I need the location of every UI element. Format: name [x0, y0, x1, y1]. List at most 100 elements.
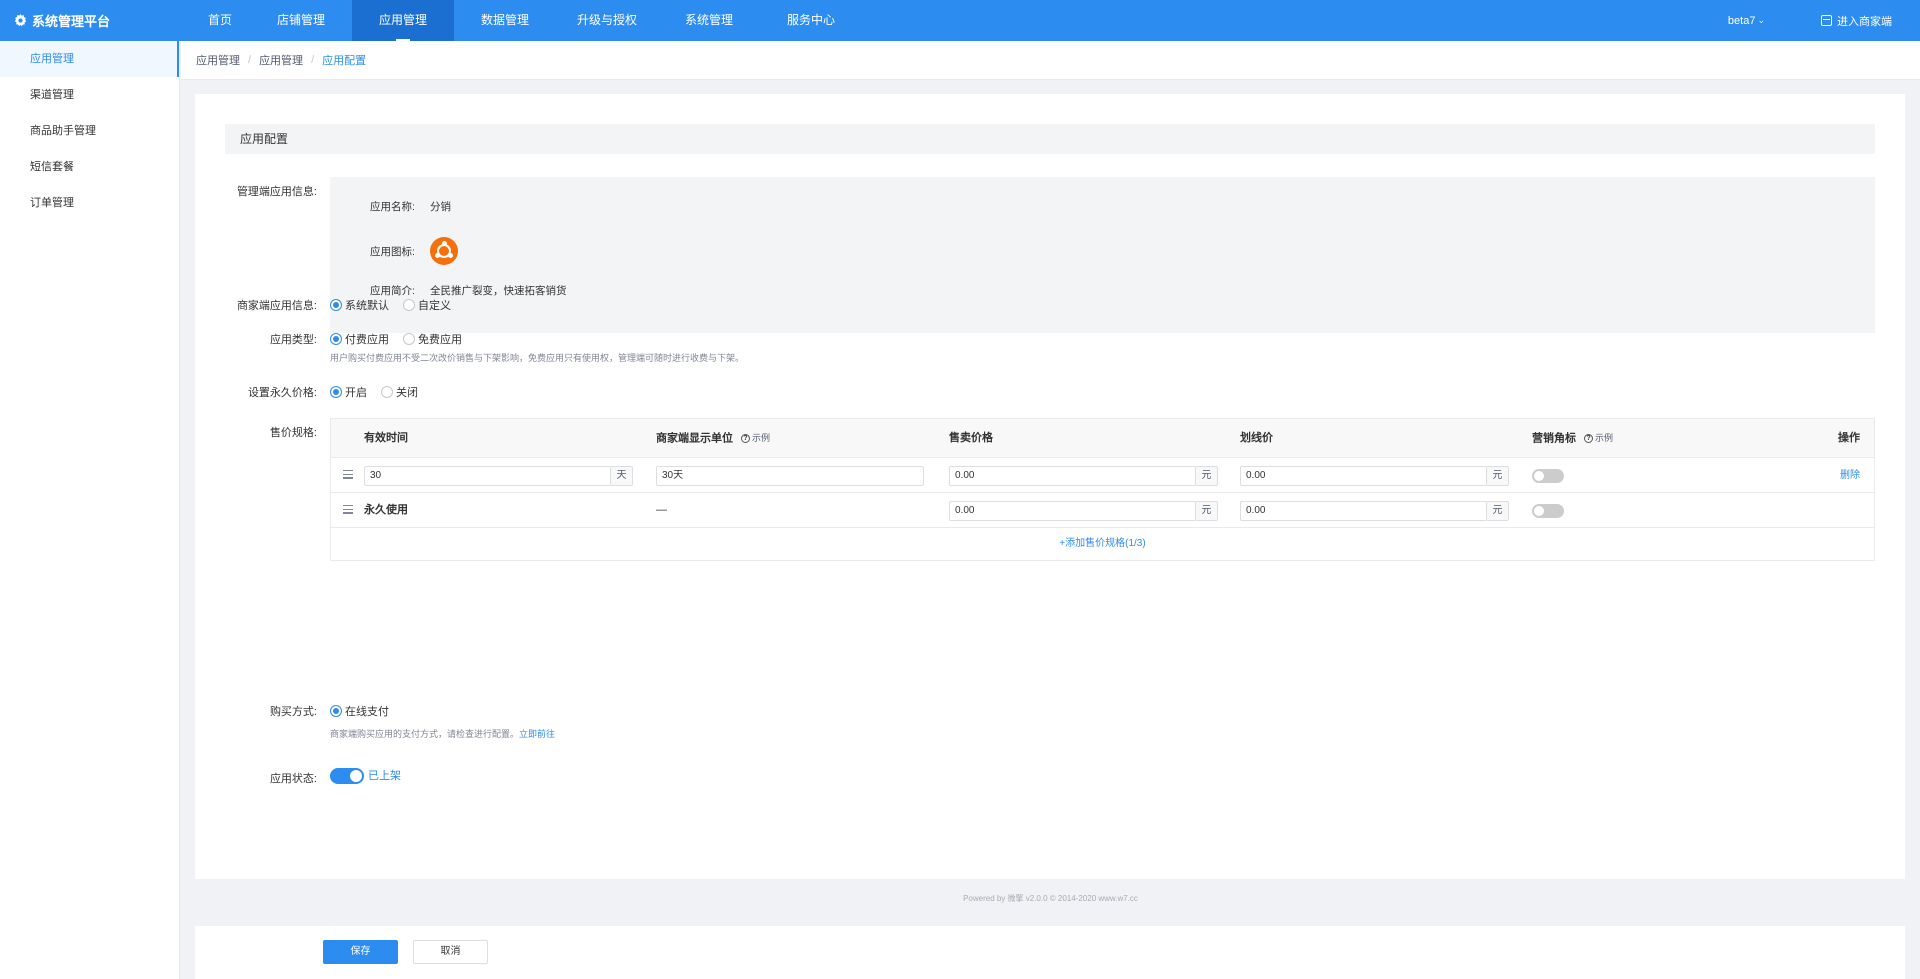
breadcrumb-current: 应用配置 — [322, 55, 367, 67]
breadcrumb-separator: / — [248, 54, 252, 66]
radio-online-pay[interactable]: 在线支付 — [330, 703, 389, 719]
badge-toggle[interactable] — [1532, 504, 1564, 518]
breadcrumb: 应用管理 / 应用管理 / 应用配置 — [181, 41, 1920, 80]
cancel-button[interactable]: 取消 — [413, 940, 488, 964]
app-type-hint: 用户购买付费应用不受二次改价销售与下架影响，免费应用只有使用权，管理端可随时进行… — [330, 353, 745, 363]
app-desc-value: 全民推广裂变，快速拓客销货 — [430, 285, 567, 297]
radio-perm-off[interactable]: 关闭 — [381, 384, 418, 400]
orig-price-input[interactable]: 0.00 — [1240, 466, 1487, 486]
header-right: beta7 ⌄ 进入商家端 — [1728, 0, 1920, 41]
table-row: 30 天 30天 0.00 元 0.00 元 删除 — [331, 458, 1874, 493]
duration-unit-addon: 天 — [611, 466, 633, 486]
drag-handle-icon[interactable] — [343, 470, 353, 481]
enter-merchant-label: 进入商家端 — [1837, 15, 1892, 28]
app-title: 系统管理平台 — [32, 14, 111, 29]
purchase-radio-group: 在线支付 — [330, 703, 403, 719]
user-name: beta7 — [1727, 14, 1756, 27]
distribution-app-icon — [430, 237, 458, 265]
enter-merchant-button[interactable]: 进入商家端 — [1821, 13, 1892, 29]
nav-upgrade[interactable]: 升级与授权 — [556, 0, 658, 41]
price-unit-addon: 元 — [1196, 466, 1218, 486]
nav-apps[interactable]: 应用管理 — [352, 0, 454, 41]
radio-free-app[interactable]: 免费应用 — [403, 331, 462, 347]
duration-input[interactable]: 30 — [364, 466, 611, 486]
app-icon-row: 应用图标: — [370, 237, 458, 265]
breadcrumb-item[interactable]: 应用管理 — [259, 52, 303, 68]
main-nav: 首页 店铺管理 应用管理 数据管理 升级与授权 系统管理 服务中心 — [190, 0, 862, 41]
merchant-info-label: 商家端应用信息: — [236, 300, 317, 312]
display-unit-input[interactable]: 30天 — [656, 466, 924, 486]
badge-toggle[interactable] — [1532, 469, 1564, 483]
add-pricing-button[interactable]: +添加售价规格(1/3) — [331, 528, 1874, 560]
th-display-unit: 商家端显示单位? 示例 — [656, 432, 771, 445]
app-desc-row: 应用简介: 全民推广裂变，快速拓客销货 — [370, 283, 567, 298]
radio-perm-on[interactable]: 开启 — [330, 384, 367, 400]
merchant-info-radio-group: 系统默认 自定义 — [330, 297, 465, 313]
th-action: 操作 — [1838, 432, 1860, 444]
sidebar-item-sms[interactable]: 短信套餐 — [0, 149, 179, 185]
table-header: 有效时间 商家端显示单位? 示例 售卖价格 划线价 营销角标? 示例 操作 — [331, 419, 1874, 458]
sidebar: 应用管理 渠道管理 商品助手管理 短信套餐 订单管理 — [0, 41, 180, 979]
go-config-link[interactable]: 立即前往 — [519, 729, 555, 739]
nav-data[interactable]: 数据管理 — [454, 0, 556, 41]
th-duration: 有效时间 — [364, 432, 408, 444]
nav-service[interactable]: 服务中心 — [760, 0, 862, 41]
sidebar-item-app-management[interactable]: 应用管理 — [0, 41, 179, 77]
app-name-value: 分销 — [430, 201, 451, 213]
radio-custom[interactable]: 自定义 — [403, 297, 451, 313]
radio-paid-app[interactable]: 付费应用 — [330, 331, 389, 347]
sidebar-item-orders[interactable]: 订单管理 — [0, 185, 179, 221]
drag-handle-icon[interactable] — [343, 505, 353, 516]
th-price: 售卖价格 — [949, 432, 993, 444]
duration-text: 永久使用 — [364, 504, 408, 516]
display-unit-text: — — [656, 504, 667, 516]
top-navbar: 系统管理平台 首页 店铺管理 应用管理 数据管理 升级与授权 系统管理 服务中心… — [0, 0, 1920, 41]
footer: Powered by 微擎 v2.0.0 © 2014-2020 www.w7.… — [963, 894, 1138, 903]
orig-price-unit-addon: 元 — [1487, 501, 1509, 521]
purchase-label: 购买方式: — [269, 706, 317, 718]
th-orig-price: 划线价 — [1240, 432, 1273, 444]
nav-store[interactable]: 店铺管理 — [250, 0, 352, 41]
perm-price-label: 设置永久价格: — [247, 387, 317, 399]
chevron-down-icon: ⌄ — [1757, 15, 1765, 25]
example-link[interactable]: 示例 — [1595, 433, 1613, 443]
gear-icon — [14, 14, 27, 27]
price-input[interactable]: 0.00 — [949, 501, 1196, 521]
status-label: 应用状态: — [269, 773, 317, 785]
perm-price-radio-group: 开启 关闭 — [330, 384, 432, 400]
price-unit-addon: 元 — [1196, 501, 1218, 521]
breadcrumb-item[interactable]: 应用管理 — [196, 52, 240, 68]
bottom-action-bar: 保存 取消 — [195, 926, 1905, 979]
sidebar-item-product-assistant[interactable]: 商品助手管理 — [0, 113, 179, 149]
question-icon: ? — [1584, 434, 1593, 443]
purchase-hint: 商家端购买应用的支付方式，请检查进行配置。立即前往 — [330, 729, 556, 739]
pricing-label: 售价规格: — [269, 427, 317, 439]
th-badge: 营销角标? 示例 — [1532, 432, 1614, 445]
orig-price-input[interactable]: 0.00 — [1240, 501, 1487, 521]
admin-info-label: 管理端应用信息: — [236, 186, 317, 198]
question-icon: ? — [741, 434, 750, 443]
radio-system-default[interactable]: 系统默认 — [330, 297, 389, 313]
section-title: 应用配置 — [225, 124, 1875, 154]
orig-price-unit-addon: 元 — [1487, 466, 1509, 486]
price-input[interactable]: 0.00 — [949, 466, 1196, 486]
save-button[interactable]: 保存 — [323, 940, 398, 964]
app-type-radio-group: 付费应用 免费应用 — [330, 331, 476, 347]
admin-info-box: 应用名称: 分销 应用图标: 应用简介: 全民推广裂变，快速拓客销货 — [330, 177, 1875, 333]
user-menu[interactable]: beta7 ⌄ — [1728, 15, 1765, 27]
app-name-key: 应用名称: — [370, 201, 415, 213]
app-icon-key: 应用图标: — [370, 245, 415, 258]
example-link[interactable]: 示例 — [752, 433, 770, 443]
app-name-row: 应用名称: 分销 — [370, 199, 451, 214]
nav-system[interactable]: 系统管理 — [658, 0, 760, 41]
table-row: 永久使用 — 0.00 元 0.00 元 — [331, 493, 1874, 528]
sidebar-item-channel[interactable]: 渠道管理 — [0, 77, 179, 113]
status-toggle[interactable] — [330, 768, 364, 784]
app-logo[interactable]: 系统管理平台 — [14, 0, 110, 41]
breadcrumb-separator: / — [311, 54, 315, 66]
delete-button[interactable]: 删除 — [1840, 458, 1860, 493]
app-desc-key: 应用简介: — [370, 285, 415, 297]
nav-home[interactable]: 首页 — [190, 0, 250, 41]
status-text: 已上架 — [368, 770, 401, 782]
app-type-label: 应用类型: — [269, 334, 317, 346]
